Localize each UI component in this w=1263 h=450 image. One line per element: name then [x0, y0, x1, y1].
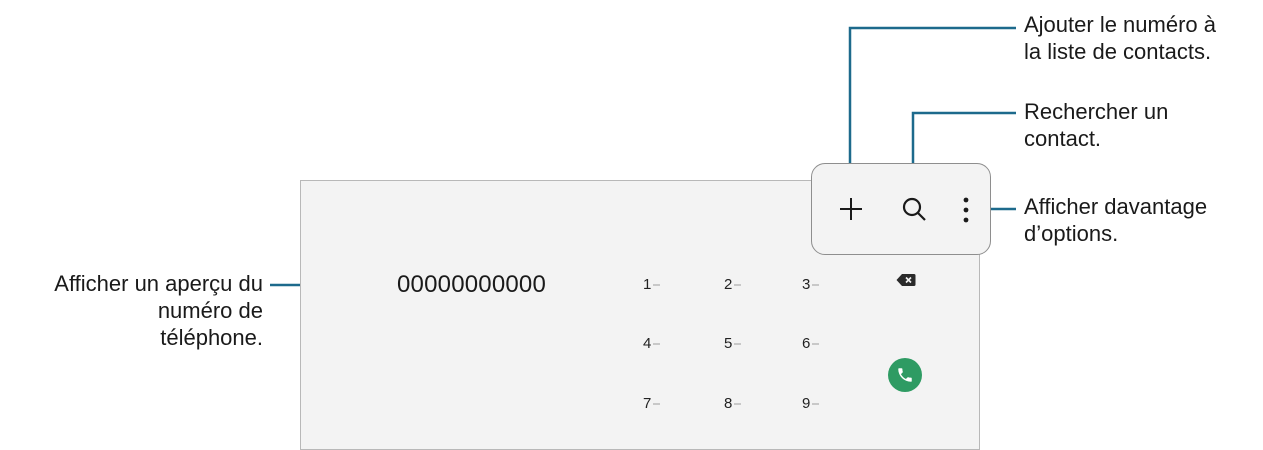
- phone-icon: [898, 368, 912, 382]
- more-vertical-icon[interactable]: [962, 196, 970, 224]
- callout-number-preview-line2: numéro de: [157, 298, 263, 323]
- callout-number-preview-line3: téléphone.: [160, 325, 263, 350]
- call-button[interactable]: [888, 358, 922, 392]
- toolbar-callout-box: [811, 163, 991, 255]
- dial-key-3[interactable]: 3: [802, 276, 819, 294]
- plus-icon[interactable]: [839, 197, 863, 221]
- dial-key-7[interactable]: 7: [643, 395, 660, 413]
- callout-add-contact-line1: Ajouter le numéro à: [1024, 12, 1216, 37]
- number-display: 00000000000: [397, 271, 547, 298]
- dial-key-5[interactable]: 5: [724, 335, 741, 353]
- callout-number-preview: Afficher un aperçu du numéro de téléphon…: [54, 270, 263, 351]
- callout-search-line2: contact.: [1024, 126, 1102, 151]
- dial-key-4[interactable]: 4: [643, 335, 660, 353]
- dial-key-2[interactable]: 2: [724, 276, 741, 294]
- callout-more-options-line2: d’options.: [1024, 221, 1119, 246]
- dial-key-9[interactable]: 9: [802, 395, 819, 413]
- dial-key-6[interactable]: 6: [802, 335, 819, 353]
- backspace-icon[interactable]: [896, 273, 916, 287]
- callout-more-options-line1: Afficher davantage: [1024, 194, 1208, 219]
- dial-key-1[interactable]: 1: [643, 276, 660, 294]
- callout-number-preview-line1: Afficher un aperçu du: [54, 271, 263, 296]
- search-icon[interactable]: [901, 196, 927, 222]
- dial-key-8[interactable]: 8: [724, 395, 741, 413]
- callout-add-contact-line2: la liste de contacts.: [1024, 39, 1212, 64]
- callout-search-line1: Rechercher un: [1024, 99, 1169, 124]
- callout-search: Rechercher un contact.: [1024, 98, 1168, 152]
- callout-more-options: Afficher davantage d’options.: [1024, 193, 1207, 247]
- callout-add-contact: Ajouter le numéro à la liste de contacts…: [1024, 11, 1216, 65]
